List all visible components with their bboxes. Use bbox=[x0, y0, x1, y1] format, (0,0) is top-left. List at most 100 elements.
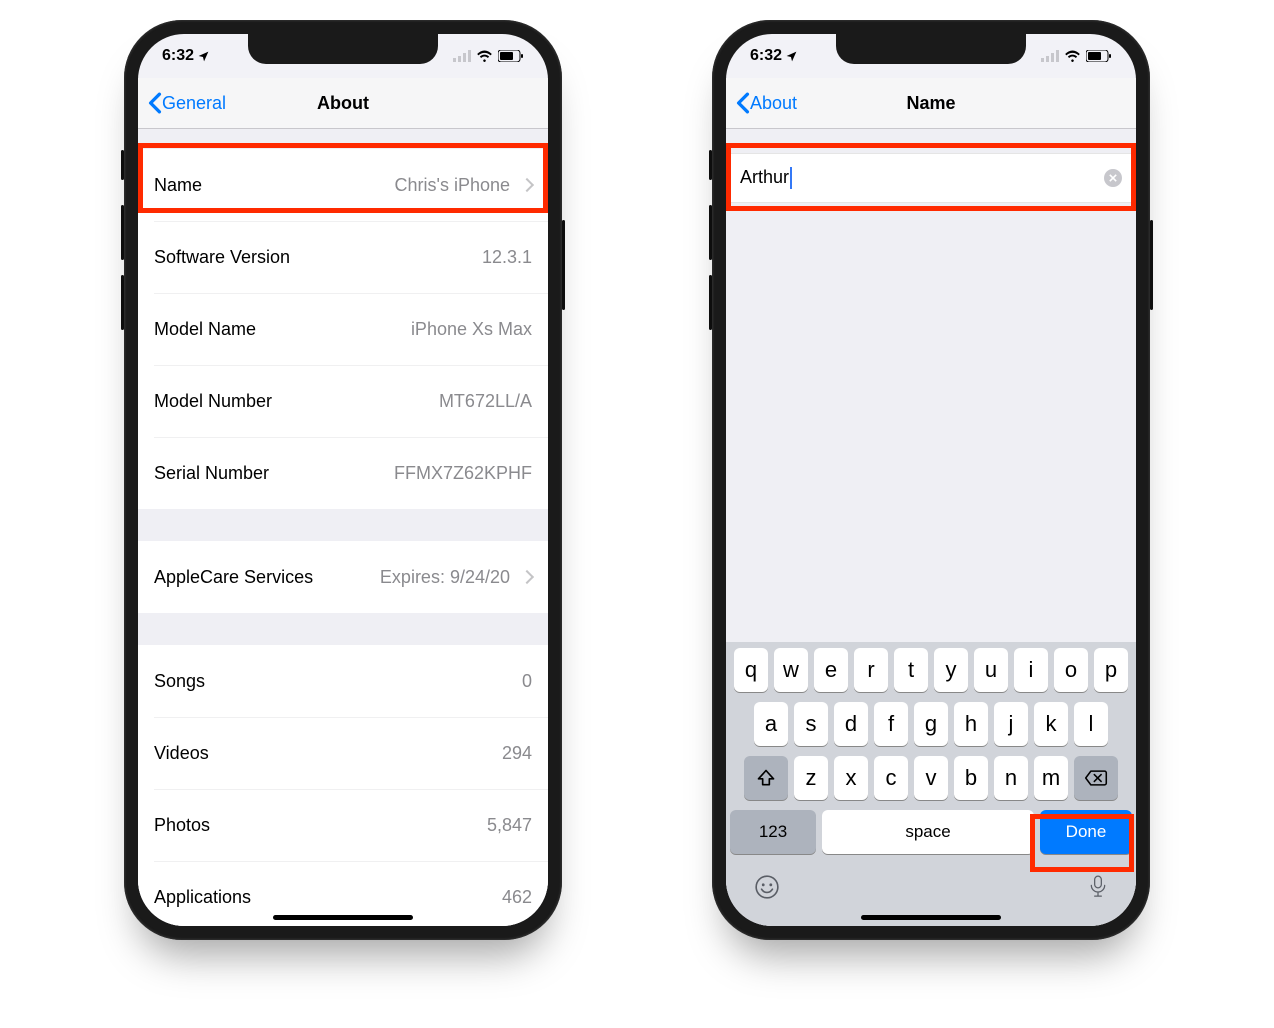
key-j[interactable]: j bbox=[994, 702, 1028, 746]
dictation-key[interactable] bbox=[1088, 874, 1108, 900]
back-label: About bbox=[750, 93, 797, 114]
label-serial: Serial Number bbox=[154, 463, 269, 484]
phone-right: 6:32 About Name Arthur bbox=[712, 20, 1150, 940]
numbers-key-label: 123 bbox=[759, 822, 787, 842]
key-h[interactable]: h bbox=[954, 702, 988, 746]
x-icon bbox=[1109, 174, 1117, 182]
key-k[interactable]: k bbox=[1034, 702, 1068, 746]
nav-bar: About Name bbox=[726, 78, 1136, 129]
key-d[interactable]: d bbox=[834, 702, 868, 746]
key-g[interactable]: g bbox=[914, 702, 948, 746]
status-time: 6:32 bbox=[750, 47, 782, 65]
clear-text-button[interactable] bbox=[1104, 169, 1122, 187]
emoji-icon bbox=[754, 874, 780, 900]
key-c[interactable]: c bbox=[874, 756, 908, 800]
value-photos: 5,847 bbox=[487, 815, 532, 836]
back-button[interactable]: About bbox=[726, 92, 797, 114]
microphone-icon bbox=[1088, 874, 1108, 900]
key-u[interactable]: u bbox=[974, 648, 1008, 692]
key-v[interactable]: v bbox=[914, 756, 948, 800]
emoji-key[interactable] bbox=[754, 874, 780, 900]
keyboard: qwertyuiop asdfghjkl zxcvbnm 123 space D… bbox=[726, 642, 1136, 926]
cellular-icon bbox=[453, 50, 471, 62]
row-name[interactable]: Name Chris's iPhone bbox=[138, 149, 548, 221]
value-model-num: MT672LL/A bbox=[439, 391, 532, 412]
battery-icon bbox=[1086, 50, 1112, 62]
back-button[interactable]: General bbox=[138, 92, 226, 114]
label-apps: Applications bbox=[154, 887, 251, 908]
nav-title: Name bbox=[906, 93, 955, 114]
chevron-right-icon bbox=[520, 178, 534, 192]
backspace-key[interactable] bbox=[1074, 756, 1118, 800]
phone-left: 6:32 General About Name Chris's iPhone bbox=[124, 20, 562, 940]
name-content: Arthur qwertyuiop asdfghjkl zxcvbnm 123 … bbox=[726, 129, 1136, 926]
key-w[interactable]: w bbox=[774, 648, 808, 692]
value-model-name: iPhone Xs Max bbox=[411, 319, 532, 340]
row-model-number[interactable]: Model Number MT672LL/A bbox=[138, 365, 548, 437]
about-content[interactable]: Name Chris's iPhone Software Version 12.… bbox=[138, 129, 548, 926]
row-videos: Videos 294 bbox=[138, 717, 548, 789]
key-p[interactable]: p bbox=[1094, 648, 1128, 692]
key-a[interactable]: a bbox=[754, 702, 788, 746]
chevron-left-icon bbox=[736, 92, 750, 114]
value-applecare: Expires: 9/24/20 bbox=[380, 567, 510, 588]
label-applecare: AppleCare Services bbox=[154, 567, 313, 588]
text-cursor bbox=[790, 167, 792, 189]
key-s[interactable]: s bbox=[794, 702, 828, 746]
notch bbox=[248, 34, 438, 64]
location-icon bbox=[785, 50, 798, 63]
shift-key[interactable] bbox=[744, 756, 788, 800]
value-sw: 12.3.1 bbox=[482, 247, 532, 268]
shift-icon bbox=[756, 768, 776, 788]
label-sw: Software Version bbox=[154, 247, 290, 268]
key-o[interactable]: o bbox=[1054, 648, 1088, 692]
key-x[interactable]: x bbox=[834, 756, 868, 800]
value-name: Chris's iPhone bbox=[395, 175, 511, 196]
notch bbox=[836, 34, 1026, 64]
screen-name-edit: 6:32 About Name Arthur bbox=[726, 34, 1136, 926]
label-photos: Photos bbox=[154, 815, 210, 836]
key-l[interactable]: l bbox=[1074, 702, 1108, 746]
numbers-key[interactable]: 123 bbox=[730, 810, 816, 854]
cellular-icon bbox=[1041, 50, 1059, 62]
name-input-value: Arthur bbox=[740, 167, 789, 187]
space-key[interactable]: space bbox=[822, 810, 1034, 854]
name-input[interactable]: Arthur bbox=[726, 153, 1136, 203]
key-y[interactable]: y bbox=[934, 648, 968, 692]
key-z[interactable]: z bbox=[794, 756, 828, 800]
wifi-icon bbox=[476, 50, 493, 62]
key-r[interactable]: r bbox=[854, 648, 888, 692]
key-t[interactable]: t bbox=[894, 648, 928, 692]
battery-icon bbox=[498, 50, 524, 62]
screen-about: 6:32 General About Name Chris's iPhone bbox=[138, 34, 548, 926]
key-b[interactable]: b bbox=[954, 756, 988, 800]
row-photos: Photos 5,847 bbox=[138, 789, 548, 861]
row-applecare[interactable]: AppleCare Services Expires: 9/24/20 bbox=[138, 541, 548, 613]
key-f[interactable]: f bbox=[874, 702, 908, 746]
backspace-icon bbox=[1084, 769, 1108, 787]
row-model-name: Model Name iPhone Xs Max bbox=[138, 293, 548, 365]
value-videos: 294 bbox=[502, 743, 532, 764]
row-serial-number: Serial Number FFMX7Z62KPHF bbox=[138, 437, 548, 509]
value-serial: FFMX7Z62KPHF bbox=[394, 463, 532, 484]
chevron-left-icon bbox=[148, 92, 162, 114]
key-m[interactable]: m bbox=[1034, 756, 1068, 800]
done-key[interactable]: Done bbox=[1040, 810, 1132, 854]
status-time: 6:32 bbox=[162, 47, 194, 65]
label-songs: Songs bbox=[154, 671, 205, 692]
home-indicator[interactable] bbox=[273, 915, 413, 920]
back-label: General bbox=[162, 93, 226, 114]
key-n[interactable]: n bbox=[994, 756, 1028, 800]
nav-bar: General About bbox=[138, 78, 548, 129]
value-apps: 462 bbox=[502, 887, 532, 908]
key-q[interactable]: q bbox=[734, 648, 768, 692]
row-software-version: Software Version 12.3.1 bbox=[138, 221, 548, 293]
key-e[interactable]: e bbox=[814, 648, 848, 692]
row-songs: Songs 0 bbox=[138, 645, 548, 717]
location-icon bbox=[197, 50, 210, 63]
label-model-name: Model Name bbox=[154, 319, 256, 340]
label-name: Name bbox=[154, 175, 202, 196]
chevron-right-icon bbox=[520, 570, 534, 584]
key-i[interactable]: i bbox=[1014, 648, 1048, 692]
home-indicator[interactable] bbox=[861, 915, 1001, 920]
